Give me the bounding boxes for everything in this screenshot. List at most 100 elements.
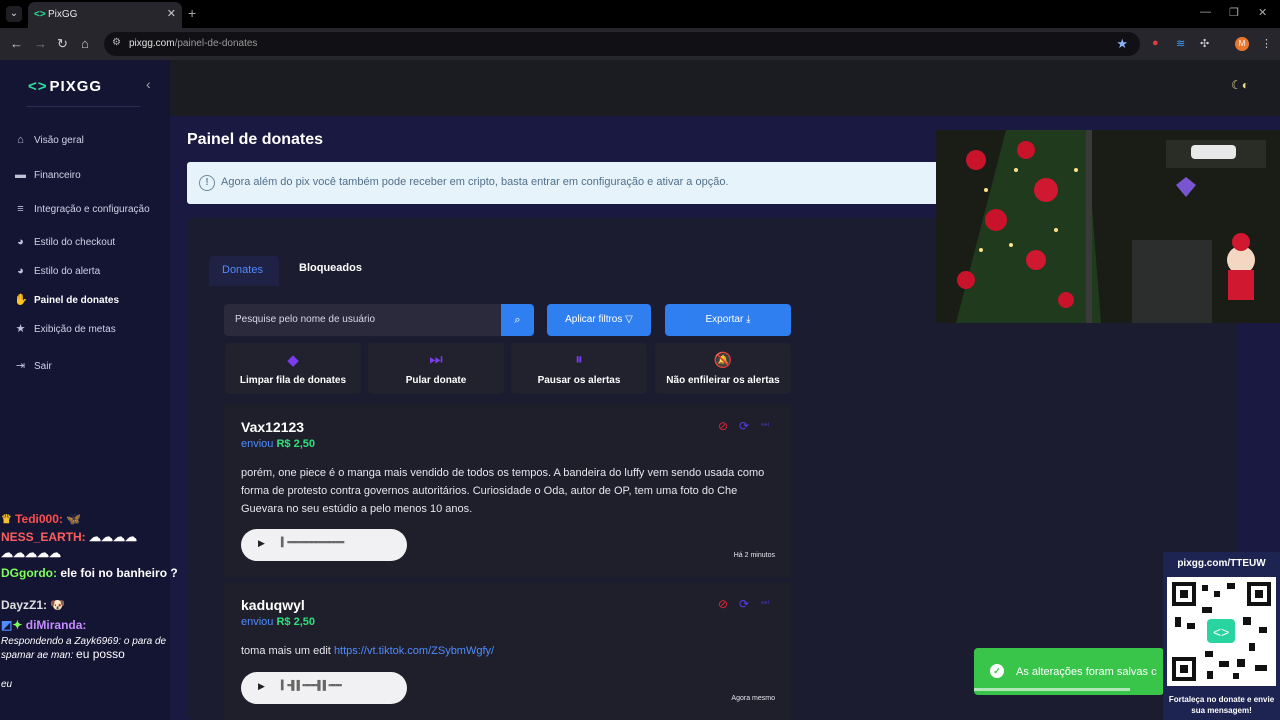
check-icon: ✓ bbox=[990, 664, 1004, 678]
browser-menu-icon[interactable]: ⋮ bbox=[1261, 37, 1272, 50]
export-button[interactable]: Exportar ⤓ bbox=[665, 304, 791, 336]
donate-link[interactable]: https://vt.tiktok.com/ZSybmWgfy/ bbox=[334, 645, 494, 657]
chat-message: DayzZ1: 🐶 bbox=[1, 598, 65, 612]
qr-url: pixgg.com/TTEUW bbox=[1177, 558, 1266, 569]
extension-sound-icon[interactable]: ≋ bbox=[1176, 37, 1185, 50]
toast-progress bbox=[974, 688, 1130, 691]
sidebar-item-label: Integração e configuração bbox=[34, 204, 150, 215]
success-toast[interactable]: ✓ As alterações foram salvas c bbox=[974, 648, 1164, 695]
crown-icon: ♛ bbox=[1, 512, 12, 526]
donate-time: Agora mesmo bbox=[731, 695, 775, 702]
toast-text: As alterações foram salvas c bbox=[1016, 666, 1157, 678]
audio-player[interactable]: ▶ ▍▪▪▌▌▪▪▪▪▪▪▪▌▌▪▪▪▪▪▪ bbox=[241, 672, 407, 704]
emote-icon: 🐶 bbox=[50, 598, 66, 612]
donate-amount-line: enviou R$ 2,50 bbox=[241, 438, 316, 450]
donate-message: toma mais um edit https://vt.tiktok.com/… bbox=[241, 645, 495, 657]
browser-tabbar: ⌄ <> PixGG ✕ + — ❐ ✕ bbox=[0, 0, 1280, 28]
webcam-image bbox=[936, 130, 1280, 323]
sidebar-divider bbox=[26, 106, 140, 107]
action-label: Limpar fila de donates bbox=[239, 375, 347, 386]
collapse-sidebar-icon[interactable]: ‹ bbox=[146, 76, 151, 92]
sidebar-item-label: Painel de donates bbox=[34, 295, 120, 306]
info-notice: ! Agora além do pix você também pode rec… bbox=[187, 162, 947, 204]
top-bar bbox=[170, 60, 1280, 116]
action-label: Pausar os alertas bbox=[537, 375, 621, 386]
browser-tab[interactable]: <> PixGG ✕ bbox=[28, 2, 182, 28]
emote-icon: ☁☁☁☁☁ bbox=[1, 546, 61, 560]
pixgg-favicon-icon: <> bbox=[34, 9, 46, 20]
tab-bloqueados[interactable]: Bloqueados bbox=[299, 262, 362, 274]
tab-donates[interactable]: Donates bbox=[209, 256, 279, 286]
sidebar-item-label: Financeiro bbox=[34, 170, 81, 181]
search-input[interactable]: Pesquise pelo nome de usuário bbox=[224, 304, 502, 336]
pixgg-logo[interactable]: <> PIXGG bbox=[28, 78, 102, 95]
play-icon[interactable]: ▶ bbox=[258, 538, 265, 549]
search-button[interactable]: ⌕ bbox=[501, 304, 534, 336]
profile-avatar[interactable]: M bbox=[1235, 37, 1249, 51]
block-icon[interactable]: ⊘ bbox=[718, 419, 728, 433]
palette-icon: ◕ bbox=[17, 265, 24, 277]
forward-icon[interactable]: → bbox=[34, 36, 47, 51]
restore-icon[interactable]: ❐ bbox=[1229, 6, 1239, 19]
eraser-icon: ◆ bbox=[287, 352, 299, 369]
chat-user: DGgordo: bbox=[1, 566, 57, 580]
audio-player[interactable]: ▶ ▍▪▪▪▪▪▪▪▪▪▪▪▪▪▪▪▪▪▪▪▪▪▪▪▪▪▪ bbox=[241, 529, 407, 561]
emote-icon: ☁☁☁☁ bbox=[89, 530, 138, 544]
replay-icon[interactable]: ⟳ bbox=[739, 597, 749, 611]
qr-code-graphic: <> bbox=[1172, 582, 1271, 681]
clear-queue-button[interactable]: ◆ Limpar fila de donates bbox=[225, 343, 361, 394]
search-placeholder: Pesquise pelo nome de usuário bbox=[235, 314, 376, 325]
tab-search-button[interactable]: ⌄ bbox=[6, 6, 22, 22]
qr-overlay: pixgg.com/TTEUW <> Fortaleça no donate e… bbox=[1163, 552, 1280, 720]
minimize-icon[interactable]: — bbox=[1200, 6, 1211, 18]
chat-message: ♛ Tedi000: 🦋 bbox=[1, 512, 81, 526]
donor-name: kaduqwyl bbox=[241, 597, 305, 613]
palette-icon: ◕ bbox=[17, 236, 24, 248]
skip-icon: ⏭ bbox=[429, 351, 443, 368]
chat-text: ele foi no banheiro ? bbox=[60, 566, 178, 580]
theme-toggle-moon-icon[interactable]: ☾◐ bbox=[1231, 78, 1249, 92]
new-tab-icon[interactable]: + bbox=[188, 5, 196, 21]
pause-alerts-button[interactable]: ⏸ Pausar os alertas bbox=[511, 343, 647, 394]
wallet-icon: ▬ bbox=[15, 169, 26, 181]
badge-icon: ◩ bbox=[1, 618, 13, 632]
close-tab-icon[interactable]: ✕ bbox=[167, 7, 176, 20]
svg-text:<>: <> bbox=[1213, 624, 1229, 640]
bell-off-icon: 🔕 bbox=[713, 352, 733, 369]
waveform[interactable]: ▍▪▪▌▌▪▪▪▪▪▪▪▌▌▪▪▪▪▪▪ bbox=[281, 680, 342, 691]
extensions-puzzle-icon[interactable]: ✣ bbox=[1200, 37, 1209, 50]
replay-icon[interactable]: ⟳ bbox=[739, 419, 749, 433]
sidebar-item-label: Sair bbox=[34, 361, 52, 372]
sidebar-item-label: Estilo do alerta bbox=[34, 266, 101, 277]
filter-label: Aplicar filtros bbox=[565, 314, 623, 325]
home-icon[interactable]: ⌂ bbox=[81, 36, 89, 51]
block-icon[interactable]: ⊘ bbox=[718, 597, 728, 611]
skip-icon[interactable]: ⏭ bbox=[761, 597, 769, 608]
waveform[interactable]: ▍▪▪▪▪▪▪▪▪▪▪▪▪▪▪▪▪▪▪▪▪▪▪▪▪▪▪ bbox=[281, 537, 345, 548]
browser-toolbar: ← → ↻ ⌂ ⚙ pixgg.com/painel-de-donates ★ … bbox=[0, 28, 1280, 60]
site-info-icon[interactable]: ⚙ bbox=[112, 37, 121, 48]
notice-text: Agora além do pix você também pode receb… bbox=[221, 176, 729, 188]
window-close-icon[interactable]: ✕ bbox=[1258, 6, 1267, 19]
reload-icon[interactable]: ↻ bbox=[57, 36, 68, 52]
play-icon[interactable]: ▶ bbox=[258, 681, 265, 692]
back-icon[interactable]: ← bbox=[10, 36, 23, 51]
apply-filters-button[interactable]: Aplicar filtros ▽ bbox=[547, 304, 651, 336]
chat-emotes: ☁☁☁☁☁ bbox=[1, 546, 61, 560]
action-label: Não enfileirar os alertas bbox=[666, 375, 780, 386]
settings-icon: ≡ bbox=[17, 203, 24, 215]
chat-user: NESS_EARTH: bbox=[1, 530, 86, 544]
no-queue-alerts-button[interactable]: 🔕 Não enfileirar os alertas bbox=[655, 343, 791, 394]
skip-donate-button[interactable]: ⏭ Pular donate bbox=[368, 343, 504, 394]
tab-label: Donates bbox=[222, 264, 263, 276]
home-icon: ⌂ bbox=[17, 134, 24, 146]
donate-amount-line: enviou R$ 2,50 bbox=[241, 616, 316, 628]
bookmark-star-icon[interactable]: ★ bbox=[1116, 36, 1128, 52]
donate-message: porém, one piece é o manga mais vendido … bbox=[241, 467, 765, 515]
extension-shield-icon[interactable]: ● bbox=[1152, 37, 1159, 49]
donate-time: Há 2 minutos bbox=[733, 552, 775, 559]
address-bar[interactable]: ⚙ pixgg.com/painel-de-donates ★ bbox=[104, 32, 1140, 56]
chat-reply: Respondendo a Zayk6969: o para de spamar… bbox=[1, 635, 179, 662]
skip-icon[interactable]: ⏭ bbox=[761, 419, 769, 430]
qr-code-image: <> bbox=[1167, 577, 1276, 686]
